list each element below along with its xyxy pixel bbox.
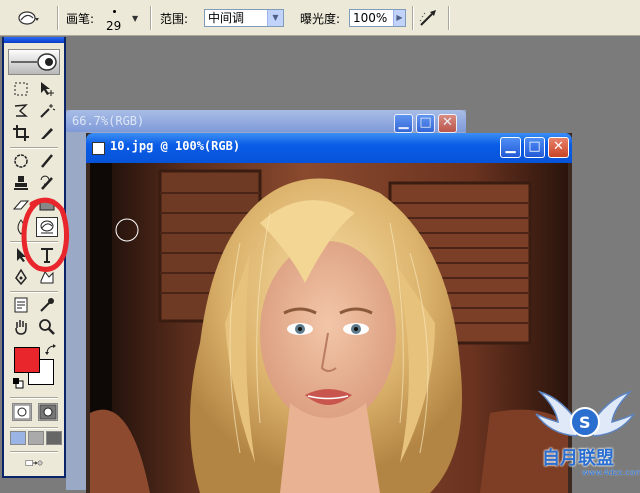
- portrait-photo: [90, 163, 568, 493]
- bandage-icon: [14, 154, 28, 168]
- back-maximize-button[interactable]: □: [416, 114, 435, 133]
- healing-brush-tool[interactable]: [10, 151, 32, 171]
- exposure-value: 100%: [353, 11, 388, 25]
- quick-mask-icon: [39, 404, 57, 420]
- jump-to-imageready-button[interactable]: [12, 453, 56, 473]
- hand-tool[interactable]: [10, 317, 32, 337]
- marquee-icon: [14, 82, 28, 96]
- exposure-arrow-icon[interactable]: ▶: [393, 10, 405, 26]
- dodge-tool-icon: [18, 11, 39, 25]
- eye-logo-icon: [11, 53, 57, 71]
- notes-tool[interactable]: [10, 295, 32, 315]
- jump-to-icon: [25, 460, 43, 466]
- range-label: 范围:: [160, 11, 189, 26]
- chevron-down-icon[interactable]: ▼: [267, 10, 283, 26]
- airbrush-icon: [419, 10, 436, 26]
- site-watermark: S 自月联盟 www.4dzx.com: [532, 388, 640, 478]
- screen-mode-full-button[interactable]: [46, 431, 62, 445]
- zoom-tool[interactable]: [36, 317, 58, 337]
- magic-wand-tool[interactable]: [36, 101, 58, 121]
- brush-tool[interactable]: [36, 151, 58, 171]
- maximize-icon: □: [528, 139, 541, 154]
- crop-tool[interactable]: [10, 123, 32, 143]
- history-brush-icon: [40, 175, 53, 190]
- paintbrush-icon: [41, 154, 53, 168]
- note-icon: [14, 297, 28, 313]
- marquee-tool[interactable]: [10, 79, 32, 99]
- stamp-icon: [14, 176, 28, 190]
- slice-tool[interactable]: [36, 123, 58, 143]
- maximize-icon: □: [419, 115, 432, 130]
- tool-preset-picker[interactable]: [16, 0, 40, 36]
- document-icon: [92, 142, 105, 155]
- history-brush-tool[interactable]: [36, 173, 58, 193]
- standard-mode-button[interactable]: [12, 403, 32, 421]
- lasso-icon: [14, 104, 28, 117]
- watermark-url: www.4dzx.com: [582, 468, 640, 477]
- close-icon: ✕: [553, 139, 564, 154]
- default-colors-icon[interactable]: [12, 377, 24, 389]
- close-icon: ✕: [442, 115, 453, 130]
- swap-colors-icon[interactable]: [44, 343, 58, 357]
- eyedropper-tool[interactable]: [36, 295, 58, 315]
- svg-text:S: S: [579, 413, 591, 432]
- brush-size-value: 29: [106, 19, 122, 33]
- winged-logo-icon: S: [535, 390, 635, 437]
- brush-dot-icon: [113, 10, 116, 13]
- image-canvas[interactable]: [90, 163, 568, 493]
- quick-mask-button[interactable]: [38, 403, 58, 421]
- exposure-input[interactable]: 100% ▶: [349, 9, 406, 27]
- airbrush-toggle[interactable]: [418, 0, 440, 36]
- move-tool[interactable]: [36, 79, 58, 99]
- screen-mode-full-menu-button[interactable]: [28, 431, 44, 445]
- move-icon: [41, 82, 54, 96]
- toolbox-title-bar[interactable]: [4, 37, 64, 43]
- hand-icon: [15, 320, 27, 335]
- document-title: 10.jpg @ 100%(RGB): [110, 139, 241, 153]
- photoshop-logo[interactable]: [8, 49, 60, 75]
- maximize-button[interactable]: □: [524, 137, 545, 158]
- slice-icon: [41, 128, 53, 139]
- back-minimize-button[interactable]: ▁: [394, 114, 413, 133]
- magnifier-icon: [39, 319, 55, 335]
- brush-label: 画笔:: [66, 11, 95, 26]
- foreground-color-swatch[interactable]: [14, 347, 40, 373]
- range-select-value: 中间调: [208, 11, 245, 25]
- minimize-icon: ▁: [505, 139, 516, 154]
- close-button[interactable]: ✕: [548, 137, 569, 158]
- minimize-icon: ▁: [398, 115, 409, 130]
- brush-dropdown-arrow-icon[interactable]: ▼: [132, 14, 138, 23]
- watermark-text: 自月联盟: [542, 448, 614, 469]
- brush-picker[interactable]: 29 ▼: [104, 0, 138, 36]
- range-select[interactable]: 中间调 ▼: [204, 9, 284, 27]
- minimize-button[interactable]: ▁: [500, 137, 521, 158]
- document-window[interactable]: 10.jpg @ 100%(RGB) ▁ □ ✕: [86, 133, 572, 493]
- back-close-button[interactable]: ✕: [438, 114, 457, 133]
- options-bar: 画笔: 29 ▼ 范围: 中间调 ▼ 曝光度: 100% ▶: [0, 0, 640, 36]
- document-title-bar[interactable]: 10.jpg @ 100%(RGB) ▁ □ ✕: [86, 133, 572, 163]
- lasso-tool[interactable]: [10, 101, 32, 121]
- standard-mode-icon: [13, 404, 31, 420]
- exposure-label: 曝光度:: [300, 11, 341, 26]
- eyedropper-icon: [40, 298, 54, 312]
- crop-icon: [13, 125, 29, 141]
- magic-wand-icon: [40, 104, 56, 118]
- clone-stamp-tool[interactable]: [10, 173, 32, 193]
- screen-mode-standard-button[interactable]: [10, 431, 26, 445]
- red-highlight-circle: [21, 197, 70, 272]
